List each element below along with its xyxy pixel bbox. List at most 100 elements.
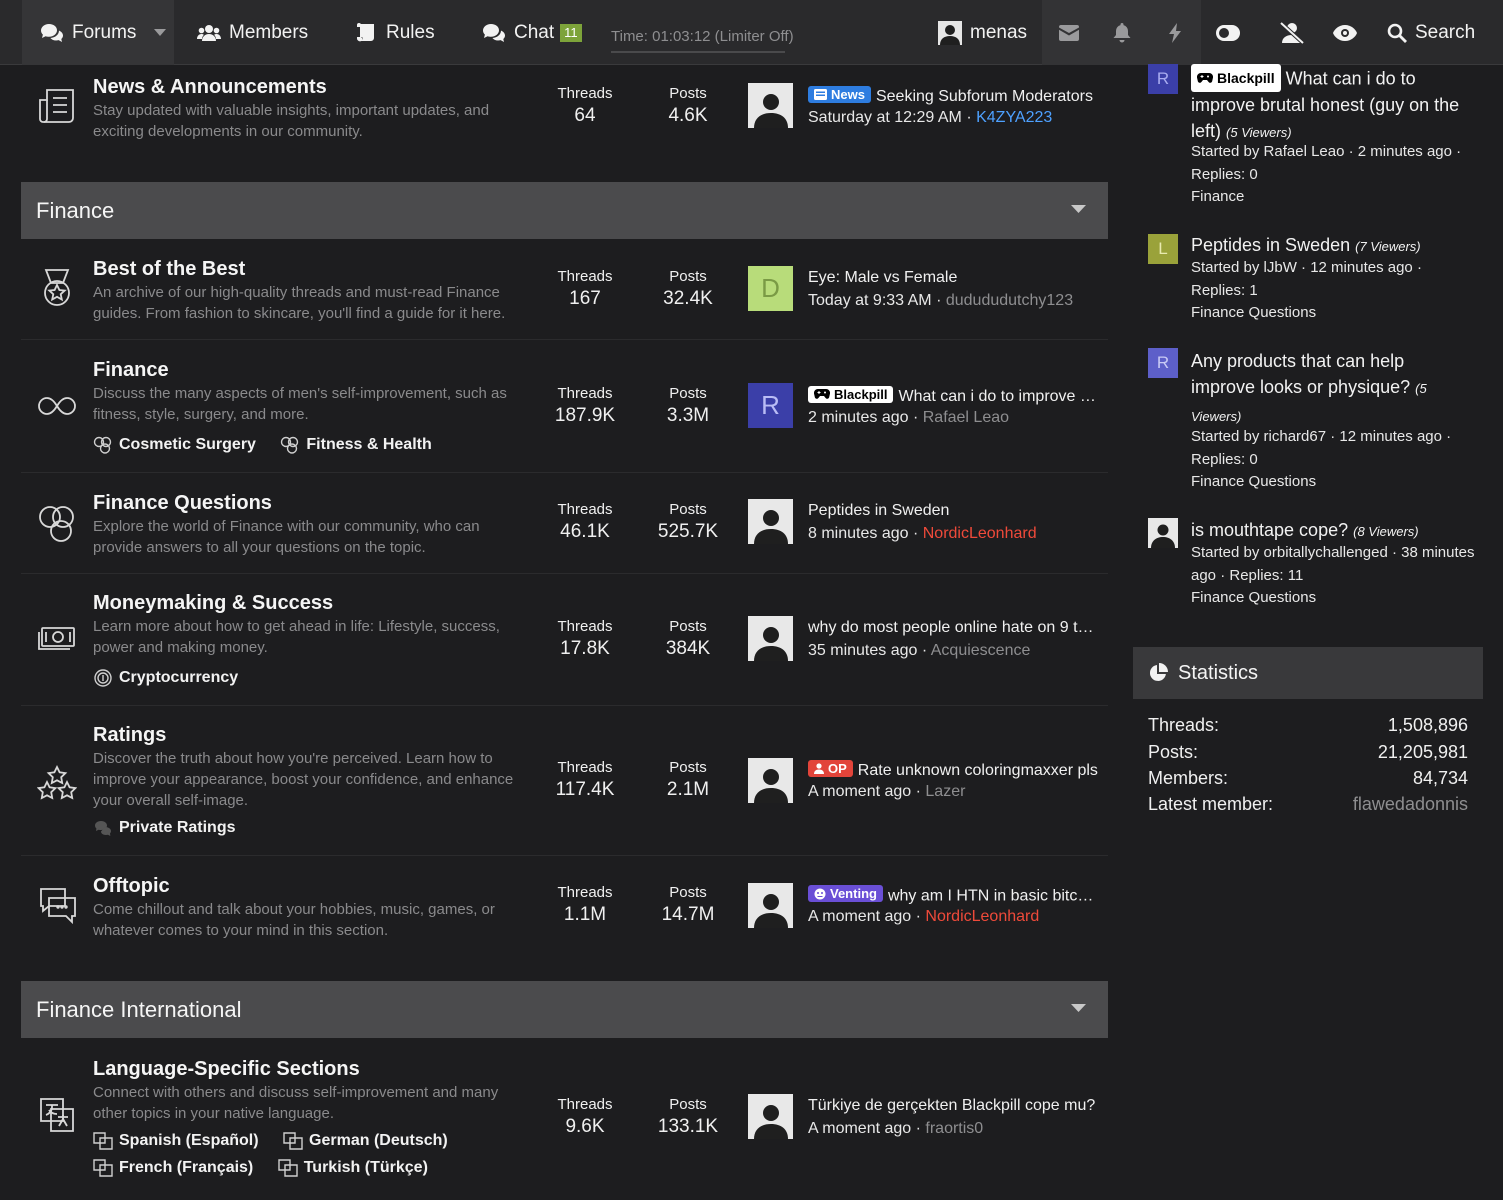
last-post-user[interactable]: Acquiescence (931, 642, 1031, 659)
last-post-title[interactable]: News Seeking Subforum Moderators (808, 86, 1100, 106)
blackpill-prefix-badge: Blackpill (808, 386, 894, 403)
last-post-title[interactable]: Eye: Male vs Female (808, 269, 1100, 287)
posts-count: 4.6K (668, 105, 708, 126)
node-title[interactable]: Best of the Best (93, 258, 245, 281)
last-post-title[interactable]: why do most people online hate on 9 to 5… (808, 619, 1100, 637)
bolt-icon (1168, 22, 1181, 43)
last-post-title[interactable]: OP Rate unknown coloringmaxxer pls (808, 760, 1100, 780)
node-title[interactable]: Finance Questions (93, 492, 272, 515)
avatar[interactable] (748, 499, 793, 544)
avatar[interactable] (748, 883, 793, 928)
last-post-meta: A moment ago · fraortis0 (808, 1120, 984, 1137)
category-title: Finance (36, 198, 115, 223)
stat-row-members: Members: 84,734 (1148, 768, 1468, 789)
last-post-title[interactable]: Türkiye de gerçekten Blackpill cope mu? (808, 1097, 1100, 1115)
collapse-caret-icon[interactable] (1071, 205, 1086, 214)
last-post-title[interactable]: Venting why am I HTN in basic bitch clot… (808, 885, 1100, 906)
sidebar-thread-meta: Started by orbitallychallenged · 38 minu… (1191, 544, 1475, 584)
avatar[interactable] (748, 1094, 793, 1139)
forum-node: Moneymaking & Success Learn more about h… (21, 574, 1108, 706)
nav-ignore-users[interactable] (1265, 0, 1318, 65)
nav-inbox[interactable] (1042, 0, 1095, 65)
subforum-link[interactable]: German (Deutsch) (283, 1132, 448, 1150)
subforum-link[interactable]: Cryptocurrency (93, 669, 238, 687)
subforum-link[interactable]: Fitness & Health (280, 436, 432, 454)
node-title[interactable]: News & Announcements (93, 76, 327, 99)
avatar[interactable]: L (1148, 234, 1178, 264)
chevron-down-icon[interactable] (154, 28, 167, 37)
avatar[interactable]: D (748, 266, 793, 311)
forum-node: Finance Discuss the many aspects of men'… (21, 340, 1108, 473)
avatar[interactable] (748, 758, 793, 803)
avatar[interactable] (748, 616, 793, 661)
node-title[interactable]: Moneymaking & Success (93, 592, 333, 615)
last-post-time: Saturday at 12:29 AM (808, 109, 962, 126)
threads-count: 117.4K (555, 779, 615, 800)
nav-style-toggle[interactable] (1201, 0, 1254, 65)
sidebar-thread-forum[interactable]: Finance Questions (1191, 304, 1316, 321)
sidebar-thread-forum[interactable]: Finance Questions (1191, 589, 1316, 606)
translate-icon (37, 1095, 77, 1135)
subforum-list: Cryptocurrency (93, 669, 258, 692)
avatar[interactable] (1148, 518, 1178, 548)
nav-search[interactable]: Search (1387, 0, 1475, 65)
node-title[interactable]: Language-Specific Sections (93, 1058, 360, 1081)
nav-members[interactable]: Members (197, 0, 308, 65)
last-post-time: A moment ago (808, 908, 912, 925)
last-post-user[interactable]: Lazer (925, 783, 965, 800)
latest-member-link[interactable]: flawedadonnis (1353, 794, 1468, 815)
forum-node-news: News & Announcements Stay updated with v… (21, 66, 1108, 156)
stars-icon (36, 763, 78, 803)
subforum-link[interactable]: French (Français) (93, 1159, 253, 1177)
nav-whats-new[interactable] (1148, 0, 1201, 65)
posts-count: 14.7M (661, 904, 715, 925)
sidebar-thread-forum[interactable]: Finance (1191, 188, 1244, 205)
last-post-user[interactable]: dudududutchy123 (946, 292, 1073, 309)
last-post-title[interactable]: Peptides in Sweden (808, 502, 1100, 520)
avatar[interactable]: R (748, 383, 793, 428)
threads-label: Threads (557, 85, 613, 102)
node-title[interactable]: Finance (93, 359, 169, 382)
last-post-user[interactable]: NordicLeonhard (923, 525, 1037, 542)
subforum-link[interactable]: Cosmetic Surgery (93, 436, 256, 454)
collapse-caret-icon[interactable] (1071, 1004, 1086, 1013)
threads-stat: Threads 1.1M (540, 884, 630, 926)
user-icon (814, 763, 824, 774)
node-description: Connect with others and discuss self-imp… (93, 1084, 499, 1122)
prefix-label: OP (828, 761, 847, 776)
node-title[interactable]: Ratings (93, 724, 166, 747)
last-post-meta: 2 minutes ago · Rafael Leao (808, 409, 1010, 426)
chat-count-badge: 11 (560, 23, 582, 42)
subforum-link[interactable]: Turkish (Türkçe) (278, 1159, 428, 1177)
avatar[interactable] (748, 83, 793, 128)
avatar[interactable]: R (1148, 348, 1178, 378)
node-description: Stay updated with valuable insights, imp… (93, 102, 490, 140)
subforum-link[interactable]: Private Ratings (93, 819, 235, 837)
last-post-user[interactable]: fraortis0 (925, 1120, 983, 1137)
node-description: Learn more about how to get ahead in lif… (93, 618, 500, 656)
subforum-link[interactable]: Spanish (Español) (93, 1132, 259, 1150)
sidebar-thread-title[interactable]: Any products that can help improve looks… (1191, 348, 1471, 430)
subforum-label: Spanish (Español) (119, 1132, 259, 1149)
last-post-title[interactable]: Blackpill What can i do to improve bruta… (808, 386, 1100, 406)
posts-label: Posts (669, 501, 707, 518)
category-header-finance-international[interactable]: Finance International (21, 981, 1108, 1038)
last-post-user[interactable]: Rafael Leao (923, 409, 1009, 426)
nav-alerts[interactable] (1095, 0, 1148, 65)
nav-visibility[interactable] (1318, 0, 1371, 65)
category-header-finance[interactable]: Finance (21, 182, 1108, 239)
sidebar-thread-title[interactable]: Blackpill What can i do to improve bruta… (1191, 64, 1471, 146)
nav-user-account[interactable]: menas (926, 0, 1042, 65)
threads-label: Threads (557, 884, 613, 901)
last-post-user[interactable]: K4ZYA223 (976, 109, 1052, 126)
threads-label: Threads (557, 618, 613, 635)
avatar[interactable]: R (1148, 64, 1178, 94)
sidebar-thread-forum[interactable]: Finance Questions (1191, 473, 1316, 490)
translate-icon (93, 1159, 113, 1177)
nav-forums[interactable]: Forums (22, 0, 174, 65)
nav-chat[interactable]: Chat 11 (482, 0, 582, 65)
nav-rules[interactable]: Rules (356, 0, 435, 65)
node-title[interactable]: Offtopic (93, 875, 170, 898)
last-post-user[interactable]: NordicLeonhard (925, 908, 1039, 925)
stat-row-threads: Threads: 1,508,896 (1148, 715, 1468, 736)
